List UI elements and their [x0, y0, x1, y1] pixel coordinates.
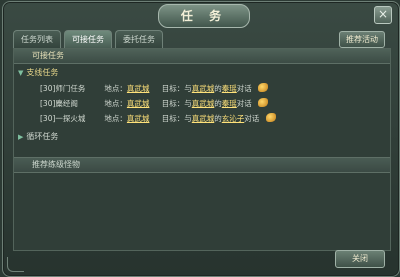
task-row[interactable]: [30]一探火城 地点：真武城 目标：与真武城的玄沁子对话	[40, 112, 276, 125]
task-location-label: 地点：	[104, 99, 127, 108]
branch-section-label: 支线任务	[26, 68, 59, 77]
task-goal-end: 对话	[236, 99, 252, 108]
tab-entrusted-tasks[interactable]: 委托任务	[115, 30, 163, 48]
task-goal-of: 的	[214, 84, 222, 93]
task-goal-of: 的	[214, 114, 222, 123]
tab-bar: 任务列表 可接任务 委托任务	[13, 30, 163, 48]
task-goal-place-link[interactable]: 真武城	[192, 99, 215, 108]
corner-ornament	[7, 257, 24, 272]
tab-task-list[interactable]: 任务列表	[13, 30, 61, 48]
recommend-activity-button[interactable]: 推荐活动	[339, 31, 385, 48]
task-location-label: 地点：	[104, 84, 127, 93]
task-goal-label: 目标：与	[161, 84, 192, 93]
task-goal-end: 对话	[244, 114, 260, 123]
branch-section-toggle[interactable]: ▼ 支线任务	[18, 67, 58, 79]
expand-down-icon: ▼	[18, 69, 24, 77]
task-name: [30]一探火城	[40, 114, 86, 123]
task-location-link[interactable]: 真武城	[127, 99, 150, 108]
recommended-monsters-bar[interactable]: 推荐练级怪物	[14, 157, 390, 173]
auto-path-horse-icon[interactable]	[258, 83, 269, 92]
task-window: 任 务 × 任务列表 可接任务 委托任务 推荐活动 可接任务 ▼ 支线任务 [3…	[2, 1, 400, 277]
panel-header: 可接任务	[14, 49, 390, 64]
task-name: [30]麋经阁	[40, 99, 78, 108]
task-goal-place-link[interactable]: 真武城	[192, 114, 215, 123]
auto-path-horse-icon[interactable]	[258, 98, 269, 107]
task-goal-place-link[interactable]: 真武城	[192, 84, 215, 93]
close-button[interactable]: 关闭	[335, 250, 385, 268]
task-location-label: 地点：	[104, 114, 127, 123]
task-name: [30]师门任务	[40, 84, 86, 93]
task-row[interactable]: [30]师门任务 地点：真武城 目标：与真武城的秦瑶对话	[40, 82, 269, 95]
tab-available-tasks[interactable]: 可接任务	[64, 30, 112, 48]
expand-right-icon: ▶	[18, 133, 24, 141]
task-goal-label: 目标：与	[161, 99, 192, 108]
loop-section-toggle[interactable]: ▶ 循环任务	[18, 131, 58, 143]
task-location-link[interactable]: 真武城	[127, 114, 150, 123]
task-goal-label: 目标：与	[161, 114, 192, 123]
task-goal-of: 的	[214, 99, 222, 108]
task-goal-end: 对话	[236, 84, 252, 93]
window-title: 任 务	[158, 4, 250, 28]
task-row[interactable]: [30]麋经阁 地点：真武城 目标：与真武城的秦瑶对话	[40, 97, 269, 110]
task-goal-npc-link[interactable]: 玄沁子	[222, 114, 245, 123]
task-goal-npc-link[interactable]: 秦瑶	[222, 84, 237, 93]
close-icon[interactable]: ×	[374, 6, 392, 24]
auto-path-horse-icon[interactable]	[265, 113, 276, 122]
task-panel: 可接任务 ▼ 支线任务 [30]师门任务 地点：真武城 目标：与真武城的秦瑶对话…	[13, 48, 391, 251]
task-location-link[interactable]: 真武城	[127, 84, 150, 93]
task-goal-npc-link[interactable]: 秦瑶	[222, 99, 237, 108]
loop-section-label: 循环任务	[26, 132, 59, 141]
